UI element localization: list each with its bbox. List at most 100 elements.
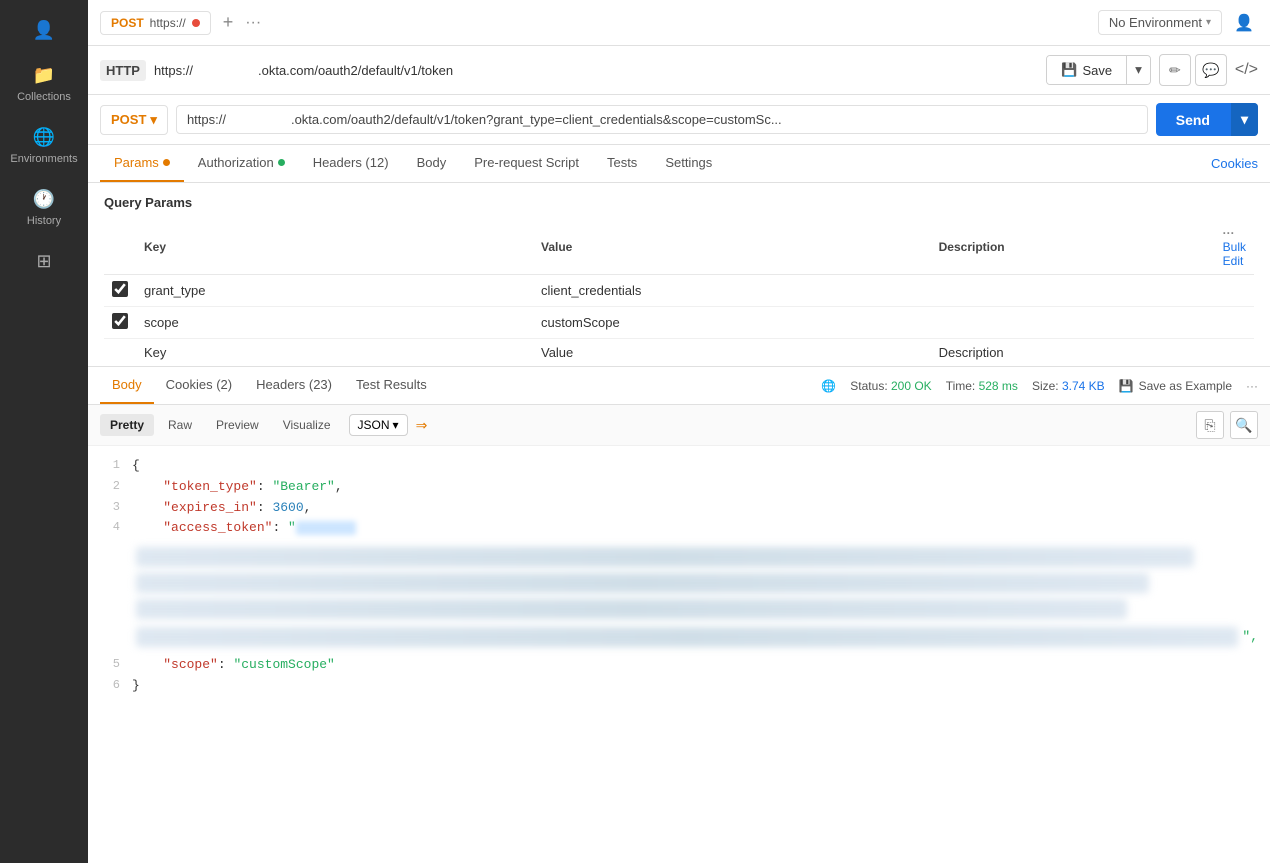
- http-badge-icon: HTTP: [100, 60, 146, 81]
- response-body-code: 1 { 2 "token_type": "Bearer", 3 "expires…: [88, 446, 1270, 863]
- tab-headers[interactable]: Headers (12): [299, 145, 403, 182]
- tab-url: https://: [150, 16, 186, 30]
- row2-key-cell[interactable]: scope: [136, 307, 533, 339]
- sidebar-item-environments-label: Environments: [10, 153, 77, 165]
- code-content-5: "scope": "customScope": [132, 655, 335, 676]
- sidebar-item-collections[interactable]: 📁 Collections: [0, 53, 88, 115]
- code-snippet-icon[interactable]: </>: [1235, 61, 1258, 79]
- row1-value-cell[interactable]: client_credentials: [533, 275, 931, 307]
- add-tab-button[interactable]: +: [219, 8, 238, 37]
- row1-key-cell[interactable]: grant_type: [136, 275, 533, 307]
- row2-desc-cell[interactable]: [931, 307, 1215, 339]
- code-line-2: 2 "token_type": "Bearer",: [100, 477, 1258, 498]
- tab-tests-label: Tests: [607, 155, 637, 170]
- more-tabs-button[interactable]: ···: [245, 14, 261, 32]
- resp-tab-cookies[interactable]: Cookies (2): [154, 367, 244, 404]
- col-value: Value: [533, 220, 931, 275]
- response-tabs-row: Body Cookies (2) Headers (23) Test Resul…: [88, 367, 1270, 405]
- save-button-group: 💾 Save ▾: [1046, 55, 1151, 85]
- save-as-example-button[interactable]: 💾 Save as Example: [1119, 379, 1232, 393]
- cookies-link[interactable]: Cookies: [1211, 156, 1258, 171]
- empty-desc-cell[interactable]: Description: [931, 339, 1215, 367]
- empty-key-cell[interactable]: Key: [136, 339, 533, 367]
- sidebar-item-history[interactable]: 🕐 History: [0, 177, 88, 239]
- response-meta: 🌐 Status: 200 OK Time: 528 ms Size: 3.74…: [821, 379, 1258, 393]
- save-button[interactable]: 💾 Save: [1047, 56, 1127, 84]
- line-number-1: 1: [100, 456, 120, 477]
- row1-desc-cell[interactable]: [931, 275, 1215, 307]
- resp-tab-test-results[interactable]: Test Results: [344, 367, 439, 404]
- response-more-icon[interactable]: ···: [1246, 379, 1258, 393]
- tab-settings-label: Settings: [665, 155, 712, 170]
- tab-tests[interactable]: Tests: [593, 145, 651, 182]
- resp-tab-body-label: Body: [112, 377, 142, 392]
- params-more-icon[interactable]: ···: [1223, 226, 1235, 240]
- format-tab-raw[interactable]: Raw: [158, 414, 202, 436]
- code-line-6: 6 }: [100, 676, 1258, 697]
- format-tab-preview[interactable]: Preview: [206, 414, 269, 436]
- request-tab[interactable]: POST https://: [100, 11, 211, 35]
- tab-pre-request[interactable]: Pre-request Script: [460, 145, 593, 182]
- resp-tab-headers[interactable]: Headers (23): [244, 367, 344, 404]
- send-chevron-icon[interactable]: ▾: [1230, 103, 1258, 136]
- row2-checkbox[interactable]: [112, 313, 128, 329]
- empty-value-cell[interactable]: Value: [533, 339, 931, 367]
- search-response-button[interactable]: 🔍: [1230, 411, 1258, 439]
- format-tab-visualize[interactable]: Visualize: [273, 414, 341, 436]
- format-tab-pretty[interactable]: Pretty: [100, 414, 154, 436]
- env-chevron-icon: ▾: [1206, 17, 1211, 28]
- params-dot: [163, 159, 170, 166]
- comment-icon-button[interactable]: 💬: [1195, 54, 1227, 86]
- code-line-1: 1 {: [100, 456, 1258, 477]
- empty-check-cell: [104, 339, 136, 367]
- col-actions: ··· Bulk Edit: [1215, 220, 1254, 275]
- time-display: Time: 528 ms: [946, 379, 1018, 393]
- redacted-row-1: [136, 547, 1194, 567]
- send-button-label: Send: [1156, 104, 1230, 136]
- code-line-5: 5 "scope": "customScope": [100, 655, 1258, 676]
- environments-icon: 🌐: [33, 127, 55, 148]
- code-content-3: "expires_in": 3600,: [132, 498, 311, 519]
- format-type-selector[interactable]: JSON ▾: [349, 414, 408, 436]
- size-display: Size: 3.74 KB: [1032, 379, 1105, 393]
- tab-authorization-label: Authorization: [198, 155, 274, 170]
- line-number-6: 6: [100, 676, 120, 697]
- tab-settings[interactable]: Settings: [651, 145, 726, 182]
- tab-status-dot: [192, 19, 200, 27]
- send-button[interactable]: Send ▾: [1156, 103, 1258, 136]
- request-tabs-row: Params Authorization Headers (12) Body P…: [88, 145, 1270, 183]
- line-number-5: 5: [100, 655, 120, 676]
- url-display-input[interactable]: [154, 63, 1038, 78]
- save-icon: 💾: [1061, 62, 1077, 78]
- profile-topbar-icon[interactable]: 👤: [1230, 9, 1258, 37]
- tab-body[interactable]: Body: [403, 145, 461, 182]
- redacted-row-4: [136, 627, 1238, 647]
- bulk-edit-link[interactable]: Bulk Edit: [1223, 240, 1246, 268]
- row2-action-cell: [1215, 307, 1254, 339]
- profile-icon: 👤: [33, 20, 55, 41]
- tab-params[interactable]: Params: [100, 145, 184, 182]
- row1-checkbox[interactable]: [112, 281, 128, 297]
- row2-value-cell[interactable]: customScope: [533, 307, 931, 339]
- urlbar-actions: ✏ 💬: [1159, 54, 1227, 86]
- sidebar-item-grid[interactable]: ⊞: [0, 239, 88, 284]
- request-url-input[interactable]: [176, 105, 1148, 134]
- wrap-lines-icon[interactable]: ⇒: [416, 417, 428, 434]
- status-badge: Status: 200 OK: [850, 379, 931, 393]
- method-label: POST: [111, 112, 146, 127]
- format-chevron-icon: ▾: [393, 418, 399, 432]
- tab-method: POST: [111, 16, 144, 30]
- tab-authorization[interactable]: Authorization: [184, 145, 299, 182]
- edit-icon-button[interactable]: ✏: [1159, 54, 1191, 86]
- sidebar-item-environments[interactable]: 🌐 Environments: [0, 115, 88, 177]
- method-selector[interactable]: POST ▾: [100, 105, 168, 135]
- resp-tab-body[interactable]: Body: [100, 367, 154, 404]
- copy-response-button[interactable]: ⎘: [1196, 411, 1224, 439]
- table-row: scope customScope: [104, 307, 1254, 339]
- save-chevron-button[interactable]: ▾: [1127, 56, 1150, 84]
- sidebar-item-profile[interactable]: 👤: [0, 8, 88, 53]
- code-line-3: 3 "expires_in": 3600,: [100, 498, 1258, 519]
- row2-check-cell: [104, 307, 136, 339]
- environment-selector[interactable]: No Environment ▾: [1098, 10, 1222, 35]
- main-content: POST https:// + ··· No Environment ▾ 👤 H…: [88, 0, 1270, 863]
